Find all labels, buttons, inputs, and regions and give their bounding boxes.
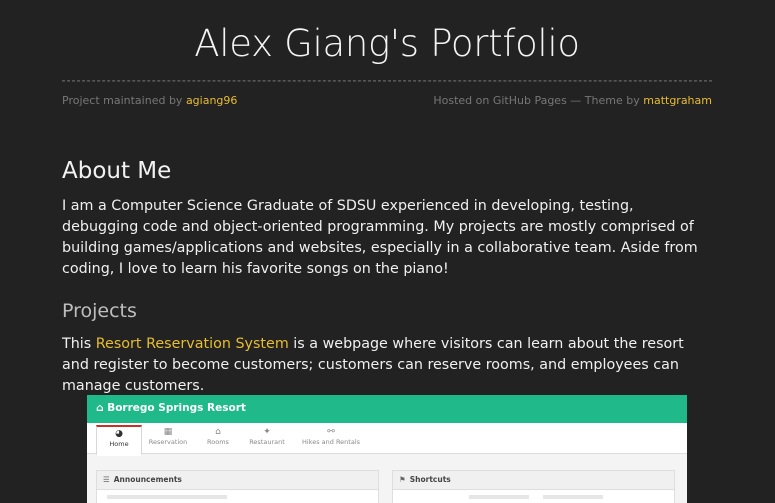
screenshot-tab-home: ◕ Home xyxy=(96,425,142,456)
placeholder-line xyxy=(469,495,529,499)
home-icon: ⌂ xyxy=(96,402,104,414)
screenshot-tab-reservation: ▦ Reservation xyxy=(145,425,191,452)
maintained-prefix: Project maintained by xyxy=(62,94,186,107)
shortcuts-title: Shortcuts xyxy=(409,475,451,484)
about-heading: About Me xyxy=(62,158,172,184)
site-title: Alex Giang's Portfolio xyxy=(194,22,580,65)
maintainer-line: Project maintained by agiang96 xyxy=(62,94,237,107)
tab-label: Home xyxy=(109,440,129,448)
bicycle-icon: ⚯ xyxy=(327,427,335,437)
about-paragraph: I am a Computer Science Graduate of SDSU… xyxy=(62,198,698,277)
project-screenshot: ⌂ Borrego Springs Resort ◕ Home ▦ Reservat… xyxy=(87,395,687,503)
announcements-panel-header: ☰ Announcements xyxy=(97,471,378,490)
projects-paragraph: This Resort Reservation System is a webp… xyxy=(62,334,712,397)
maintainer-link[interactable]: agiang96 xyxy=(186,94,237,107)
screenshot-tabs: ◕ Home ▦ Reservation ⌂ Rooms ✦ Restaurant ⚯ H… xyxy=(87,423,687,456)
tab-label: Reservation xyxy=(148,438,188,446)
screenshot-tab-rooms: ⌂ Rooms xyxy=(197,425,239,452)
hosting-line: Hosted on GitHub Pages — Theme by mattgr… xyxy=(433,94,712,107)
tab-label: Restaurant xyxy=(249,438,285,446)
announcements-title: Announcements xyxy=(113,475,182,484)
resort-reservation-link[interactable]: Resort Reservation System xyxy=(96,336,289,352)
placeholder-line xyxy=(107,495,227,499)
shortcuts-panel-header: ⚑ Shortcuts xyxy=(393,471,674,490)
shortcuts-panel: ⚑ Shortcuts xyxy=(392,470,675,503)
page-wrapper: Alex Giang's Portfolio Project maintaine… xyxy=(62,0,712,394)
screenshot-navbar: ⌂ Borrego Springs Resort xyxy=(87,395,687,423)
list-icon: ☰ xyxy=(103,475,110,484)
bank-icon: ⌂ xyxy=(215,427,221,437)
placeholder-line xyxy=(543,495,603,499)
screenshot-brand-text: Borrego Springs Resort xyxy=(107,402,246,414)
screenshot-tab-hikes: ⚯ Hikes and Rentals xyxy=(296,425,366,452)
tab-label: Rooms xyxy=(207,438,229,446)
projects-heading: Projects xyxy=(62,300,137,322)
screenshot-brand: ⌂ Borrego Springs Resort xyxy=(96,402,246,414)
theme-author-link[interactable]: mattgraham xyxy=(643,94,712,107)
bookmark-icon: ⚑ xyxy=(399,475,406,484)
cutlery-icon: ✦ xyxy=(263,427,271,437)
dashboard-icon: ◕ xyxy=(115,429,123,439)
hosted-text: Hosted on GitHub Pages — Theme by xyxy=(433,94,644,107)
header-divider xyxy=(62,80,712,82)
projects-intro-prefix: This xyxy=(62,336,96,352)
tab-label: Hikes and Rentals xyxy=(301,438,361,446)
announcements-panel: ☰ Announcements xyxy=(96,470,379,503)
screenshot-tab-restaurant: ✦ Restaurant xyxy=(243,425,291,452)
calendar-icon: ▦ xyxy=(163,427,173,437)
